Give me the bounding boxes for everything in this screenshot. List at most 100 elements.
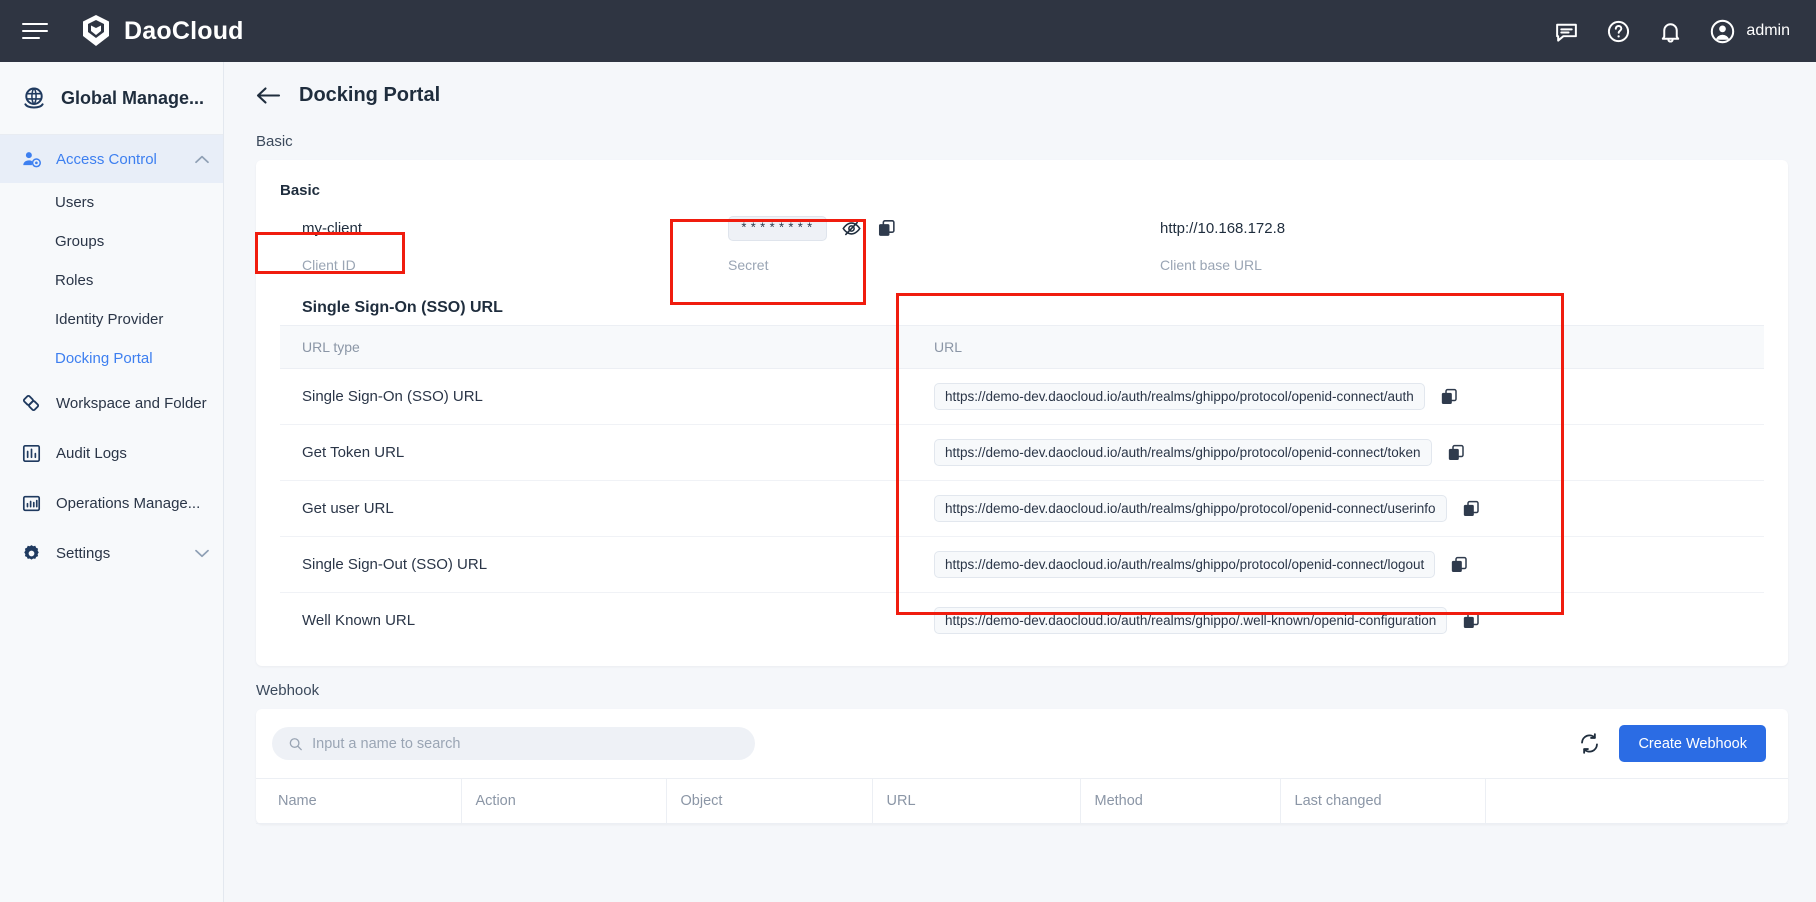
sidebar-subitem-label: Groups xyxy=(55,233,104,250)
client-id-caption: Client ID xyxy=(302,257,700,273)
brand-name: DaoCloud xyxy=(124,17,244,46)
url-type-cell: Get user URL xyxy=(280,481,920,537)
column-header-url: URL xyxy=(920,326,1764,369)
client-base-url-value: http://10.168.172.8 xyxy=(1160,213,1530,243)
sidebar-title: Global Manage... xyxy=(61,88,204,109)
sidebar-item-settings[interactable]: Settings xyxy=(0,528,223,578)
url-cell-wrap: https://demo-dev.daocloud.io/auth/realms… xyxy=(920,593,1764,649)
table-row: Get Token URL https://demo-dev.daocloud.… xyxy=(280,425,1764,481)
sidebar-subitem-label: Users xyxy=(55,194,94,211)
sidebar-item-groups[interactable]: Groups xyxy=(0,222,223,261)
gear-icon xyxy=(20,542,42,564)
page-title: Docking Portal xyxy=(299,84,440,107)
body-wrapper: Global Manage... Access Control Users xyxy=(0,62,1816,902)
sidebar-subitem-label: Docking Portal xyxy=(55,350,153,367)
topbar-actions: admin xyxy=(1553,18,1790,45)
url-value: https://demo-dev.daocloud.io/auth/realms… xyxy=(934,439,1432,466)
url-cell-wrap: https://demo-dev.daocloud.io/auth/realms… xyxy=(920,481,1764,537)
url-value: https://demo-dev.daocloud.io/auth/realms… xyxy=(934,495,1447,522)
sidebar-item-audit-logs[interactable]: Audit Logs xyxy=(0,428,223,478)
sidebar-item-access-control[interactable]: Access Control xyxy=(0,135,223,183)
section-label-webhook: Webhook xyxy=(224,666,1816,709)
help-icon[interactable] xyxy=(1605,18,1631,44)
secret-line: ******** xyxy=(728,213,1130,243)
menu-icon[interactable] xyxy=(22,16,52,46)
client-id-field: my-client Client ID xyxy=(280,213,700,273)
user-menu[interactable]: admin xyxy=(1709,18,1790,45)
sidebar-item-users[interactable]: Users xyxy=(0,183,223,222)
copy-icon[interactable] xyxy=(1461,611,1481,631)
folder-layers-icon xyxy=(20,392,42,414)
user-gear-icon xyxy=(20,148,42,170)
back-arrow-icon[interactable] xyxy=(256,86,281,105)
column-header-url-type: URL type xyxy=(280,326,920,369)
sidebar-item-label: Settings xyxy=(56,545,110,562)
section-label-basic: Basic xyxy=(224,123,1816,160)
url-type-cell: Get Token URL xyxy=(280,425,920,481)
ops-chart-icon xyxy=(20,492,42,514)
search-input[interactable] xyxy=(312,736,739,752)
sidebar-item-docking-portal[interactable]: Docking Portal xyxy=(0,339,223,378)
table-header-row: Name Action Object URL Method Last chang… xyxy=(256,779,1788,824)
sidebar-item-workspace-and-folder[interactable]: Workspace and Folder xyxy=(0,378,223,428)
sidebar-item-label: Operations Manage... xyxy=(56,495,200,512)
avatar-icon xyxy=(1709,18,1736,45)
sidebar-header[interactable]: Global Manage... xyxy=(0,62,223,135)
sidebar-item-roles[interactable]: Roles xyxy=(0,261,223,300)
create-webhook-button[interactable]: Create Webhook xyxy=(1619,725,1766,762)
secret-field: ******** xyxy=(700,213,1130,273)
client-id-value: my-client xyxy=(302,213,700,243)
table-header-row: URL type URL xyxy=(280,326,1764,369)
client-base-url-field: http://10.168.172.8 Client base URL xyxy=(1130,213,1530,273)
chevron-down-icon xyxy=(195,547,209,560)
copy-icon[interactable] xyxy=(876,218,897,239)
search-box[interactable] xyxy=(272,727,755,760)
main-content: Docking Portal Basic Basic my-client Cli… xyxy=(224,62,1816,902)
url-type-cell: Well Known URL xyxy=(280,593,920,649)
url-value: https://demo-dev.daocloud.io/auth/realms… xyxy=(934,383,1425,410)
secret-caption: Secret xyxy=(728,257,1130,273)
user-name: admin xyxy=(1746,22,1790,40)
column-header-object: Object xyxy=(666,779,872,824)
basic-card-title: Basic xyxy=(280,182,1764,199)
table-row: Get user URL https://demo-dev.daocloud.i… xyxy=(280,481,1764,537)
sidebar-item-label: Access Control xyxy=(56,151,157,168)
copy-icon[interactable] xyxy=(1439,387,1459,407)
basic-fields-row: my-client Client ID ******** xyxy=(280,213,1764,273)
sso-url-table: URL type URL Single Sign-On (SSO) URL ht… xyxy=(280,325,1764,648)
page-header: Docking Portal xyxy=(224,62,1816,123)
copy-icon[interactable] xyxy=(1449,555,1469,575)
url-value: https://demo-dev.daocloud.io/auth/realms… xyxy=(934,551,1435,578)
bell-icon[interactable] xyxy=(1657,18,1683,44)
eye-off-icon[interactable] xyxy=(841,218,862,239)
column-header-name: Name xyxy=(256,779,461,824)
url-cell-wrap: https://demo-dev.daocloud.io/auth/realms… xyxy=(920,369,1764,425)
column-header-actions xyxy=(1485,779,1788,824)
column-header-action: Action xyxy=(461,779,666,824)
brand-logo-link[interactable]: DaoCloud xyxy=(80,14,244,48)
copy-icon[interactable] xyxy=(1461,499,1481,519)
sso-section-title: Single Sign-On (SSO) URL xyxy=(302,299,1764,317)
search-icon xyxy=(288,736,303,752)
table-row: Single Sign-Out (SSO) URL https://demo-d… xyxy=(280,537,1764,593)
copy-icon[interactable] xyxy=(1446,443,1466,463)
webhook-card: Create Webhook Name Action Object URL Me… xyxy=(256,709,1788,824)
column-header-method: Method xyxy=(1080,779,1280,824)
globe-icon xyxy=(20,84,48,112)
url-cell-wrap: https://demo-dev.daocloud.io/auth/realms… xyxy=(920,537,1764,593)
basic-card: Basic my-client Client ID ******** xyxy=(256,160,1788,666)
webhook-table: Name Action Object URL Method Last chang… xyxy=(256,778,1788,824)
daocloud-logo-icon xyxy=(80,14,112,48)
chat-icon[interactable] xyxy=(1553,18,1579,44)
top-bar: DaoCloud xyxy=(0,0,1816,62)
url-cell-wrap: https://demo-dev.daocloud.io/auth/realms… xyxy=(920,425,1764,481)
refresh-icon[interactable] xyxy=(1578,732,1601,755)
sidebar-item-label: Workspace and Folder xyxy=(56,395,207,412)
webhook-actions: Create Webhook xyxy=(1578,725,1766,762)
webhook-toolbar: Create Webhook xyxy=(256,725,1788,778)
audit-chart-icon xyxy=(20,442,42,464)
url-type-cell: Single Sign-Out (SSO) URL xyxy=(280,537,920,593)
sidebar-item-label: Audit Logs xyxy=(56,445,127,462)
sidebar-item-operations-management[interactable]: Operations Manage... xyxy=(0,478,223,528)
sidebar-item-identity-provider[interactable]: Identity Provider xyxy=(0,300,223,339)
